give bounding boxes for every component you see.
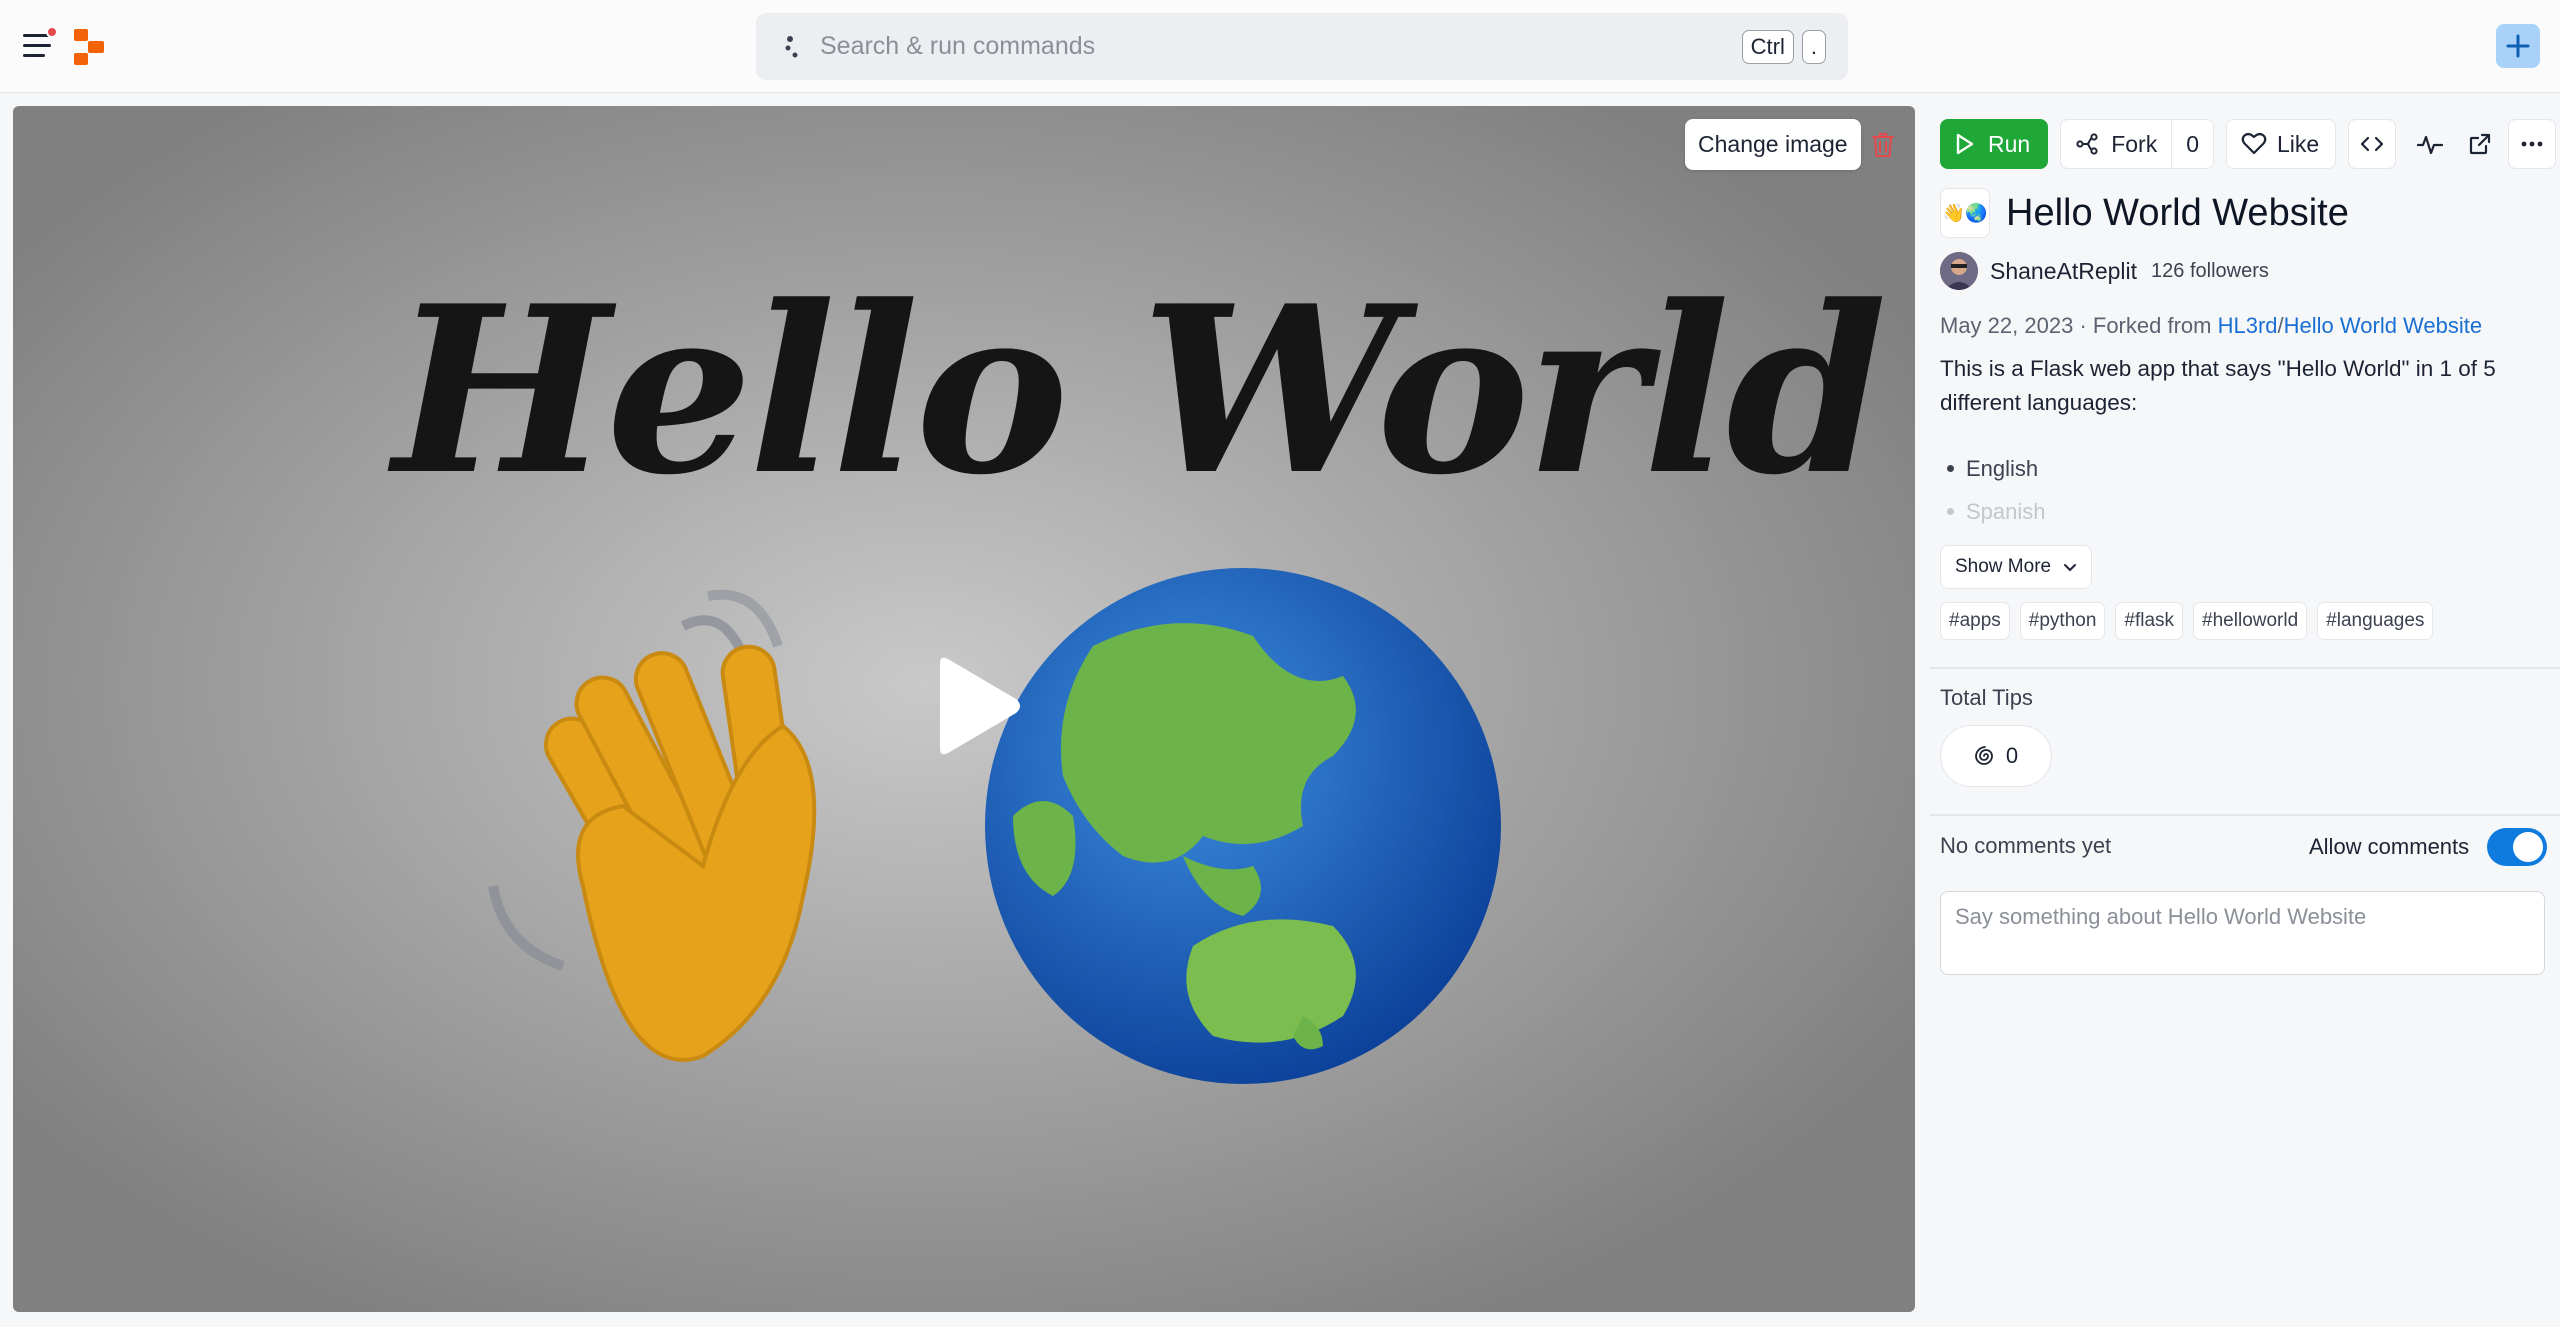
- like-label: Like: [2277, 130, 2320, 157]
- repl-title: Hello World Website: [2006, 191, 2349, 234]
- tag-list: #apps #python #flask #helloworld #langua…: [1940, 602, 2443, 640]
- fork-repl-link[interactable]: Hello World Website: [2284, 313, 2482, 338]
- tips-button[interactable]: 0: [1940, 725, 2052, 787]
- cover-image-text: Hello World: [393, 256, 1887, 526]
- divider: [1930, 667, 2560, 669]
- create-repl-button[interactable]: [2496, 24, 2540, 68]
- allow-comments-toggle[interactable]: [2487, 828, 2547, 866]
- repl-title-row: 👋🌏 Hello World Website: [1940, 188, 2349, 238]
- tag-apps[interactable]: #apps: [1940, 602, 2010, 640]
- waving-hand-icon: [488, 589, 817, 1062]
- search-placeholder: Search & run commands: [820, 32, 1096, 60]
- change-image-button[interactable]: Change image: [1685, 119, 1861, 170]
- globe-icon: [985, 568, 1501, 1084]
- view-code-button[interactable]: [2348, 119, 2397, 169]
- comment-placeholder: Say something about Hello World Website: [1955, 904, 2367, 929]
- fork-group: Fork 0: [2060, 119, 2214, 169]
- fork-button[interactable]: Fork: [2060, 119, 2173, 169]
- fork-icon: [2076, 133, 2098, 155]
- more-options-button[interactable]: [2508, 119, 2557, 169]
- repl-actions-toolbar: Run Fork 0 Like: [1940, 119, 2557, 169]
- run-button[interactable]: Run: [1940, 119, 2049, 169]
- play-icon: [1956, 133, 1974, 155]
- tips-count: 0: [2005, 743, 2019, 768]
- avatar-image: [1940, 252, 1978, 290]
- search-bar[interactable]: Search & run commands Ctrl .: [756, 13, 1848, 80]
- like-button[interactable]: Like: [2226, 119, 2337, 169]
- replit-logo-icon[interactable]: [72, 27, 108, 67]
- activity-button[interactable]: [2414, 119, 2446, 169]
- total-tips-label: Total Tips: [1940, 685, 2033, 710]
- cycles-spiral-icon: [1974, 746, 1993, 765]
- fork-count[interactable]: 0: [2172, 119, 2214, 169]
- run-label: Run: [1988, 130, 2031, 157]
- no-comments-text: No comments yet: [1940, 833, 2112, 858]
- repl-icon: 👋🌏: [1940, 188, 1990, 238]
- tag-languages[interactable]: #languages: [2317, 602, 2434, 640]
- shortcut-key-period: .: [1801, 29, 1826, 64]
- publish-date: May 22, 2023: [1940, 313, 2074, 338]
- trash-icon[interactable]: [1870, 131, 1896, 159]
- shortcut-key-ctrl: Ctrl: [1741, 29, 1794, 64]
- fork-label: Fork: [2111, 130, 2158, 157]
- allow-comments-label: Allow comments: [2309, 834, 2470, 859]
- fork-owner-link[interactable]: HL3rd: [2218, 313, 2278, 338]
- play-icon[interactable]: [918, 651, 1028, 761]
- menu-line: [23, 44, 51, 47]
- author-name-link[interactable]: ShaneAtReplit: [1990, 258, 2137, 285]
- repl-meta: May 22, 2023 · Forked from HL3rd/Hello W…: [1940, 313, 2482, 339]
- code-icon: [2361, 136, 2384, 152]
- open-in-new-tab-button[interactable]: [2464, 119, 2496, 169]
- author-row: ShaneAtReplit 126 followers: [1940, 252, 2269, 290]
- external-link-icon: [2470, 133, 2491, 155]
- plus-icon: [2506, 34, 2530, 58]
- forked-from-text: · Forked from: [2079, 313, 2212, 338]
- tag-python[interactable]: #python: [2019, 602, 2106, 640]
- avatar[interactable]: [1940, 252, 1978, 290]
- tag-flask[interactable]: #flask: [2115, 602, 2184, 640]
- repl-description: This is a Flask web app that says "Hello…: [1940, 356, 2496, 415]
- heart-icon: [2241, 132, 2267, 155]
- divider: [1930, 814, 2560, 816]
- notification-dot: [46, 26, 58, 38]
- activity-icon: [2417, 135, 2444, 155]
- toggle-knob: [2513, 832, 2543, 862]
- list-item: Spanish: [1940, 490, 2046, 533]
- chevron-down-icon: [2064, 564, 2077, 572]
- comment-input[interactable]: Say something about Hello World Website: [1940, 891, 2545, 975]
- language-list: English Spanish: [1940, 447, 2046, 533]
- ellipsis-icon: [2521, 141, 2543, 147]
- list-item: English: [1940, 447, 2046, 490]
- top-bar: Search & run commands Ctrl .: [0, 0, 2560, 93]
- tag-helloworld[interactable]: #helloworld: [2193, 602, 2308, 640]
- followers-count: 126 followers: [2151, 259, 2269, 282]
- hamburger-menu-button[interactable]: [20, 26, 58, 64]
- command-icon: [785, 35, 798, 57]
- show-more-button[interactable]: Show More: [1940, 545, 2093, 589]
- cover-image: Hello World: [13, 106, 1915, 1312]
- show-more-label: Show More: [1955, 556, 2052, 577]
- menu-line: [23, 54, 45, 57]
